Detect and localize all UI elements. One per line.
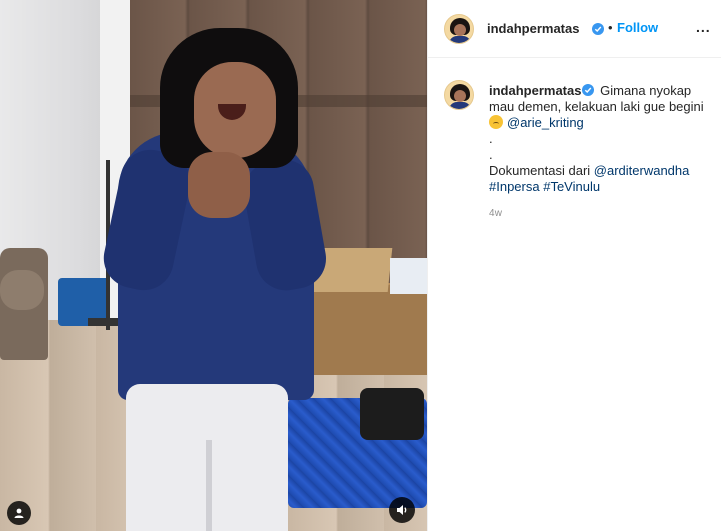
- post-video[interactable]: [0, 0, 427, 531]
- follow-button[interactable]: Follow: [617, 20, 658, 35]
- verified-badge-icon: [592, 23, 604, 35]
- caption-username[interactable]: indahpermatas: [489, 83, 581, 98]
- avatar[interactable]: [444, 14, 474, 44]
- upside-down-face-emoji-icon: [489, 115, 503, 129]
- caption-dot: .: [489, 147, 493, 162]
- header-separator: •: [608, 20, 613, 35]
- post-header: indahpermatas • Follow ...: [428, 0, 721, 58]
- post-side-panel: indahpermatas • Follow ... indahpermatas…: [427, 0, 721, 531]
- verified-badge-icon: [582, 84, 595, 96]
- hashtag-link[interactable]: #TeVinulu: [543, 179, 600, 194]
- caption-avatar[interactable]: [444, 80, 474, 110]
- sofa-arm: [0, 270, 44, 310]
- post-timestamp[interactable]: 4w: [489, 208, 502, 219]
- caption-dot: .: [489, 131, 493, 146]
- person-icon: [14, 508, 24, 518]
- hashtag-link[interactable]: #Inpersa: [489, 179, 540, 194]
- person-hands: [188, 152, 250, 218]
- desk: [305, 285, 427, 375]
- pants-seam: [206, 440, 212, 531]
- user-tags-button[interactable]: [7, 501, 31, 525]
- more-options-button[interactable]: ...: [696, 19, 711, 35]
- avatar-body: [449, 36, 471, 43]
- header-username[interactable]: indahpermatas: [487, 21, 579, 36]
- caption-line-2: mau demen, kelakuan laki gue begini: [489, 99, 704, 114]
- caption-text: indahpermatas Gimana nyokap mau demen, k…: [489, 83, 719, 195]
- mention-link[interactable]: @arie_kriting: [507, 115, 584, 130]
- speaker-icon: [397, 505, 407, 515]
- caption-documentation-text: Dokumentasi dari: [489, 163, 594, 178]
- avatar-body: [449, 102, 471, 109]
- mention-link[interactable]: @arditerwandha: [594, 163, 690, 178]
- avatar-face: [454, 24, 466, 36]
- audio-toggle-button[interactable]: [389, 497, 415, 523]
- avatar-face: [454, 90, 466, 102]
- white-box: [390, 258, 427, 294]
- caption-line-1: Gimana nyokap: [600, 83, 692, 98]
- black-bag: [360, 388, 424, 440]
